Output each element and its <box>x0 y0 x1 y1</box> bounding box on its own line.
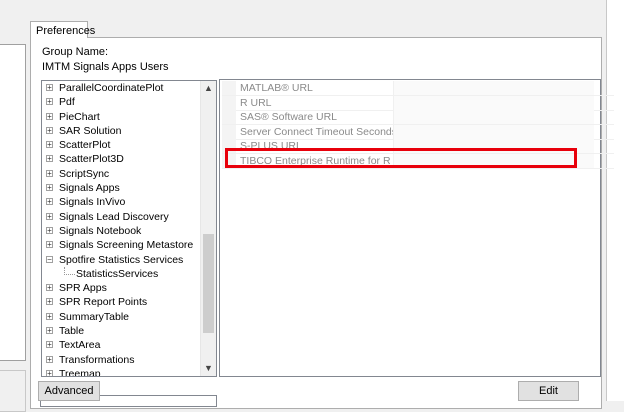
tree-item[interactable]: + Transformations <box>42 353 200 367</box>
tree-item-label: Spotfire Statistics Services <box>59 253 184 266</box>
tree-item[interactable]: + Table <box>42 324 200 338</box>
tree-connector <box>64 266 75 275</box>
tree-item-label: Signals Apps <box>59 182 120 195</box>
property-value[interactable] <box>393 81 594 95</box>
tree-item-label: Table <box>59 325 85 338</box>
tree-item[interactable]: + Signals Screening Metastore <box>42 238 200 252</box>
scroll-down-icon[interactable]: ▼ <box>201 361 216 376</box>
tree-item-label: Treemap <box>59 367 101 377</box>
tree-item-label: TextArea <box>59 339 101 352</box>
tree-item[interactable]: + Signals Notebook <box>42 224 200 238</box>
expand-icon[interactable]: + <box>46 169 53 177</box>
property-row[interactable]: R URL <box>222 95 614 111</box>
property-row[interactable]: Server Connect Timeout Seconds <box>222 124 614 140</box>
tree-item-label: PieChart <box>59 110 100 123</box>
tree-item[interactable]: + SummaryTable <box>42 310 200 324</box>
tree-item[interactable]: + ScriptSync <box>42 167 200 181</box>
tree-item-label: Transformations <box>59 353 135 366</box>
expand-icon[interactable]: + <box>46 212 53 220</box>
expand-icon[interactable]: + <box>46 241 53 249</box>
property-value[interactable] <box>393 124 594 139</box>
property-gutter <box>222 124 236 139</box>
left-pane-footer <box>0 370 26 412</box>
tab-preferences[interactable]: Preferences <box>30 21 95 38</box>
tree-item[interactable]: + Signals Lead Discovery <box>42 210 200 224</box>
tree-item-label: Signals InVivo <box>59 196 126 209</box>
tree-item[interactable]: + SPR Apps <box>42 281 200 295</box>
group-name-value: IMTM Signals Apps Users <box>42 61 169 73</box>
expand-icon[interactable]: + <box>46 84 53 92</box>
property-gutter <box>222 81 236 95</box>
highlight-box <box>225 148 577 168</box>
expand-icon[interactable]: + <box>46 355 53 363</box>
tree-item-label: ScatterPlot <box>59 139 111 152</box>
scroll-thumb[interactable] <box>203 234 214 333</box>
tree-item-label: ParallelCoordinatePlot <box>59 82 164 94</box>
tree-item[interactable]: + Pdf <box>42 95 200 109</box>
tree-list: + ParallelCoordinatePlot + Pdf + PieChart + SAR… <box>42 81 200 377</box>
tree-item-label: Signals Screening Metastore <box>59 239 194 252</box>
tree-scrollbar[interactable]: ▲ ▼ <box>200 81 216 376</box>
tree-item-label: SAR Solution <box>59 124 122 137</box>
property-value[interactable] <box>393 110 594 124</box>
expand-icon[interactable]: + <box>46 155 53 163</box>
tree-item-label: SummaryTable <box>59 310 130 323</box>
expand-icon[interactable]: + <box>46 312 53 320</box>
edit-button[interactable]: Edit <box>518 381 579 401</box>
expand-icon[interactable]: + <box>46 327 53 335</box>
property-grid: MATLAB® URL R URL SAS® Software URL Server … <box>219 79 614 377</box>
property-value[interactable] <box>393 95 594 110</box>
property-row[interactable]: SAS® Software URL <box>222 110 614 125</box>
collapse-icon[interactable]: − <box>46 255 53 263</box>
tree-item-label: StatisticsServices <box>76 267 159 280</box>
expand-icon[interactable]: + <box>46 184 53 192</box>
expand-icon[interactable]: + <box>46 369 53 376</box>
advanced-button[interactable]: Advanced <box>38 381 100 401</box>
tree-item[interactable]: + Signals Apps <box>42 181 200 195</box>
tree-item[interactable]: + TextArea <box>42 338 200 352</box>
expand-icon[interactable]: + <box>46 298 53 306</box>
expand-icon[interactable]: + <box>46 98 53 106</box>
expand-icon[interactable]: + <box>46 198 53 206</box>
property-row[interactable]: MATLAB® URL <box>222 81 614 96</box>
tree-item[interactable]: + Treemap <box>42 367 200 377</box>
preference-tree[interactable]: + ParallelCoordinatePlot + Pdf + PieChart + SAR… <box>41 80 217 377</box>
property-gutter <box>222 110 236 124</box>
tree-item[interactable]: + PieChart <box>42 110 200 124</box>
tree-item[interactable]: + ParallelCoordinatePlot <box>42 81 200 95</box>
expand-icon[interactable]: + <box>46 126 53 134</box>
tree-item[interactable]: + SAR Solution <box>42 124 200 138</box>
tree-item[interactable]: + ScatterPlot <box>42 138 200 152</box>
tree-item-label: SPR Apps <box>59 282 107 295</box>
property-gutter <box>222 95 236 110</box>
tree-item-label: SPR Report Points <box>59 296 148 309</box>
property-name: Server Connect Timeout Seconds <box>240 125 393 138</box>
tree-item-label: ScatterPlot3D <box>59 153 124 166</box>
expand-icon[interactable]: + <box>46 141 53 149</box>
property-name: R URL <box>240 96 272 109</box>
expand-icon[interactable]: + <box>46 112 53 120</box>
tree-item-label: Signals Lead Discovery <box>59 210 169 223</box>
scroll-up-icon[interactable]: ▲ <box>201 81 216 96</box>
expand-icon[interactable]: + <box>46 226 53 234</box>
tree-item[interactable]: StatisticsServices <box>42 266 200 281</box>
expand-icon[interactable]: + <box>46 284 53 292</box>
tree-item[interactable]: + SPR Report Points <box>42 295 200 309</box>
tree-item[interactable]: − Spotfire Statistics Services <box>42 253 200 267</box>
group-name-label: Group Name: <box>42 46 109 58</box>
property-name: SAS® Software URL <box>240 111 338 123</box>
tree-item-label: Signals Notebook <box>59 224 142 237</box>
tree-item-label: ScriptSync <box>59 167 110 180</box>
property-name: MATLAB® URL <box>240 82 313 94</box>
right-strip <box>606 0 624 401</box>
tree-item[interactable]: + ScatterPlot3D <box>42 152 200 166</box>
left-pane <box>0 44 26 361</box>
tree-item-label: Pdf <box>59 96 75 109</box>
tree-item[interactable]: + Signals InVivo <box>42 195 200 209</box>
expand-icon[interactable]: + <box>46 341 53 349</box>
